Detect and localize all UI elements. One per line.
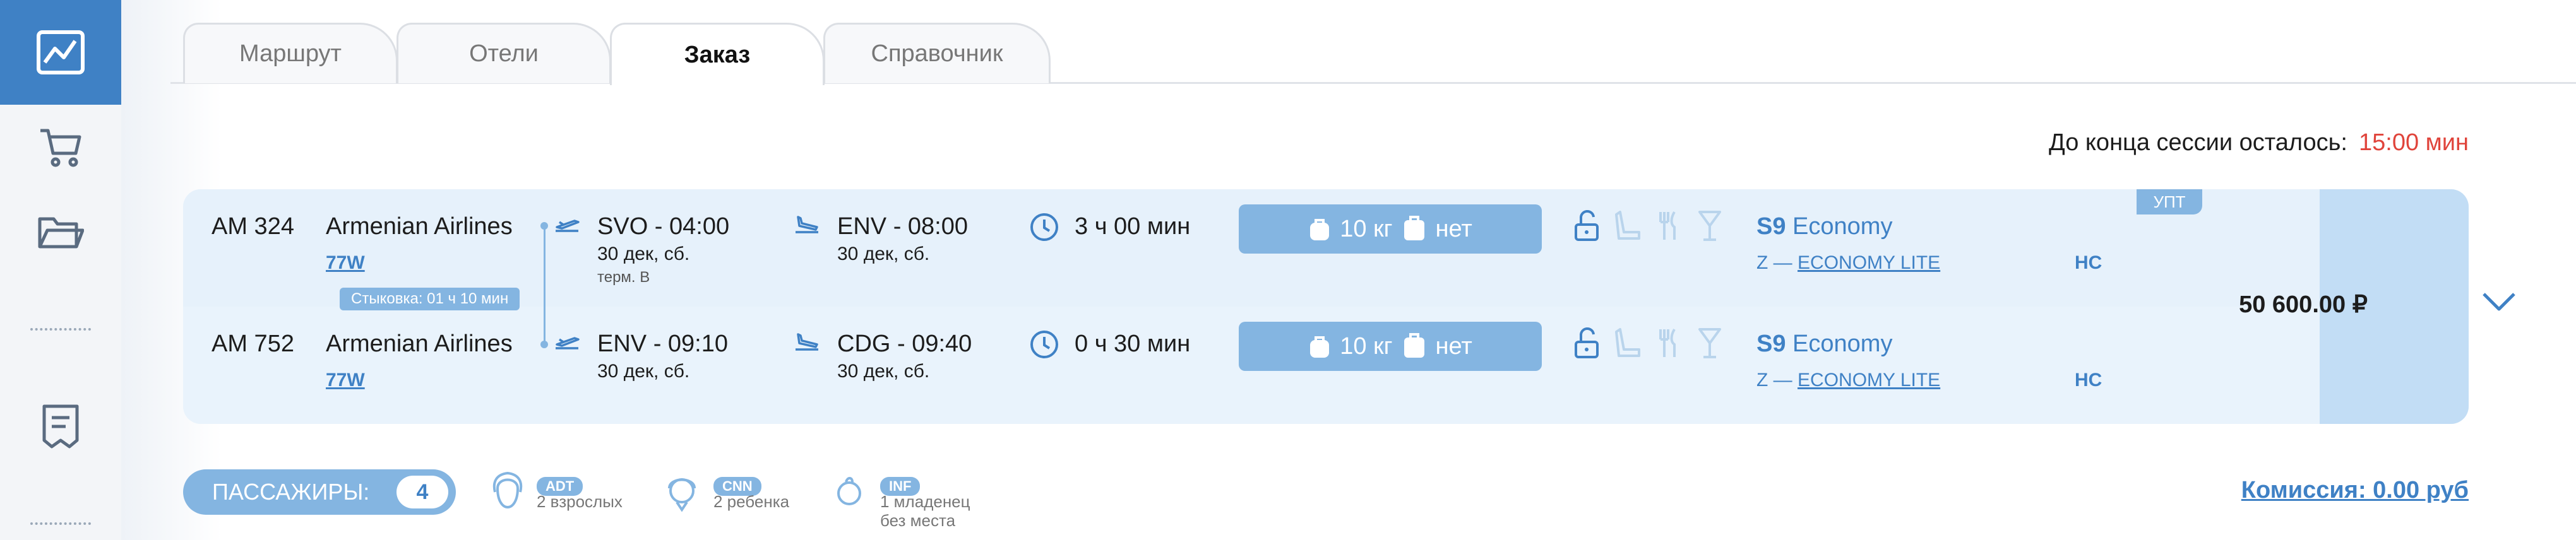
flight-duration: 3 ч 00 мин — [1075, 213, 1191, 240]
hand-luggage-icon — [1404, 216, 1424, 240]
flight-number: AM 752 — [212, 331, 294, 357]
drinks-icon — [1698, 211, 1721, 241]
baggage-icon — [1310, 219, 1330, 240]
fare-type-badge: УПТ — [2137, 189, 2202, 214]
fare-name-link[interactable]: ECONOMY LITE — [1798, 252, 1940, 273]
tab-label: Маршрут — [239, 40, 342, 67]
infant-icon — [837, 477, 861, 505]
meal-icon — [1659, 328, 1676, 357]
service-class: S9 Economy — [1756, 213, 1892, 240]
sidebar-divider — [30, 328, 91, 331]
passenger-type-desc: без места — [880, 511, 956, 530]
aircraft-code-link[interactable]: 77W — [326, 370, 365, 391]
ns-badge: НС — [2075, 370, 2102, 390]
baggage-weight: 10 кг — [1340, 332, 1393, 360]
sidebar-item-dashboard[interactable] — [0, 0, 121, 105]
arrival-route: CDG - 09:40 — [837, 331, 972, 357]
clock-icon — [1030, 213, 1058, 241]
passenger-type-desc: 2 взрослых — [537, 492, 623, 511]
cart-icon — [40, 129, 81, 167]
flight-duration: 0 ч 30 мин — [1075, 331, 1191, 357]
connection-line — [544, 227, 546, 344]
cabin-name: Economy — [1792, 331, 1893, 357]
cabin-name: Economy — [1792, 213, 1893, 240]
passenger-type-desc: 1 младенец — [880, 492, 970, 511]
baggage-info[interactable]: 10 кг нет — [1239, 322, 1542, 371]
sidebar-item-orders[interactable] — [0, 180, 121, 285]
terminal: терм. В — [597, 269, 650, 286]
session-label: До конца сессии осталось: — [2049, 129, 2347, 156]
service-class: S9 Economy — [1756, 331, 1892, 358]
airline-name: Armenian Airlines — [326, 213, 513, 240]
adult-icon — [492, 471, 523, 509]
tab-hotels[interactable]: Отели — [397, 23, 611, 83]
session-time: 15:00 мин — [2359, 129, 2469, 156]
folder-icon — [38, 217, 84, 249]
tab-reference[interactable]: Справочник — [823, 23, 1051, 83]
fare-name-link[interactable]: ECONOMY LITE — [1798, 370, 1940, 390]
hand-luggage-icon — [1404, 333, 1424, 358]
total-price: 50 600.00 ₽ — [2239, 291, 2368, 318]
arrival-date: 30 дек, сб. — [837, 361, 930, 382]
hand-luggage-value: нет — [1435, 332, 1472, 360]
seat-icon — [1615, 328, 1640, 357]
aircraft-code-link[interactable]: 77W — [326, 252, 365, 274]
tab-label: Заказ — [684, 41, 751, 68]
connection-badge: Стыковка: 01 ч 10 мин — [340, 288, 520, 310]
meal-icon — [1659, 211, 1676, 240]
clock-icon — [1030, 331, 1058, 358]
fare-prefix: Z — — [1756, 252, 1792, 273]
passengers-count: 4 — [397, 476, 448, 508]
landing-icon — [796, 333, 818, 351]
arrival-date: 30 дек, сб. — [837, 244, 930, 264]
takeoff-icon — [556, 337, 580, 349]
takeoff-icon — [556, 220, 580, 232]
landing-icon — [796, 216, 818, 233]
chevron-down-icon[interactable] — [2481, 290, 2517, 313]
passengers-label: ПАССАЖИРЫ: — [212, 479, 370, 505]
fare-prefix: Z — — [1756, 370, 1792, 390]
flight-number: AM 324 — [212, 213, 294, 240]
sidebar-divider — [30, 522, 91, 525]
booking-class: S9 — [1756, 213, 1786, 240]
tab-route[interactable]: Маршрут — [183, 23, 398, 83]
drinks-icon — [1698, 328, 1721, 358]
hand-luggage-value: нет — [1435, 215, 1472, 242]
departure-date: 30 дек, сб. — [597, 361, 690, 382]
fare-basis: Z — ECONOMY LITE — [1756, 370, 1940, 391]
connection-dot — [540, 341, 548, 348]
baggage-info[interactable]: 10 кг нет — [1239, 204, 1542, 254]
departure-route: ENV - 09:10 — [597, 331, 728, 357]
arrival-route: ENV - 08:00 — [837, 213, 968, 240]
baggage-weight: 10 кг — [1340, 215, 1393, 242]
seat-icon — [1615, 211, 1640, 240]
ns-badge: НС — [2075, 252, 2102, 273]
chart-icon — [37, 30, 85, 74]
sidebar-item-documents[interactable] — [0, 375, 121, 479]
departure-route: SVO - 04:00 — [597, 213, 730, 240]
commission-link[interactable]: Комиссия: 0.00 руб — [2241, 477, 2469, 504]
refund-icon — [1575, 210, 1599, 241]
session-timer: До конца сессии осталось: 15:00 мин — [2049, 129, 2469, 156]
sidebar — [0, 0, 121, 540]
receipt-icon — [42, 404, 79, 449]
passengers-button[interactable]: ПАССАЖИРЫ: 4 — [183, 469, 456, 515]
baggage-icon — [1310, 336, 1330, 358]
booking-class: S9 — [1756, 331, 1786, 357]
passenger-type-desc: 2 ребенка — [713, 492, 790, 511]
refund-icon — [1575, 327, 1599, 358]
child-icon — [668, 478, 696, 512]
tab-label: Справочник — [871, 40, 1003, 67]
airline-name: Armenian Airlines — [326, 331, 513, 357]
fare-basis: Z — ECONOMY LITE — [1756, 252, 1940, 274]
departure-date: 30 дек, сб. — [597, 244, 690, 264]
tab-label: Отели — [469, 40, 539, 67]
tab-order[interactable]: Заказ — [610, 23, 825, 85]
